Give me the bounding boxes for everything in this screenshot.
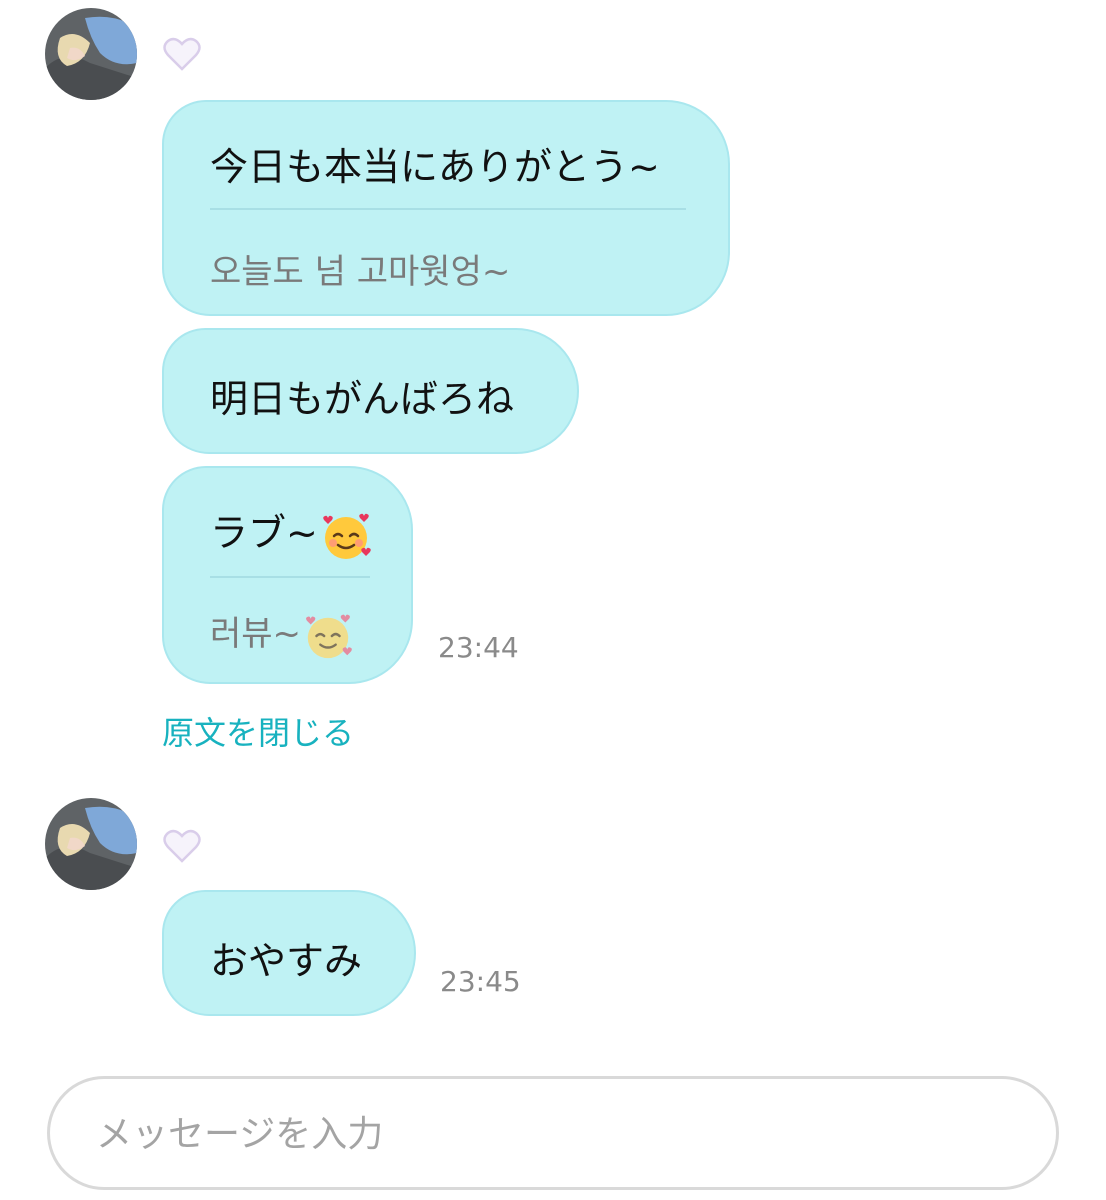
message-text: ラブ~ [210, 511, 318, 555]
close-original-link[interactable]: 原文を閉じる [162, 708, 354, 754]
sender-avatar[interactable] [45, 8, 137, 100]
translation-divider [210, 208, 686, 210]
message-text: 明日もがんばろね [210, 377, 515, 421]
chat-screen: 今日も本当にありがとう~ 오늘도 넘 고마웟엉~ 明日もがんばろね ラブ~ 러뷰… [0, 0, 1106, 1200]
message-timestamp: 23:45 [440, 965, 521, 998]
message-text-with-emoji: ラブ~ [210, 502, 372, 562]
message-bubble[interactable]: おやすみ [162, 890, 416, 1016]
message-timestamp: 23:44 [438, 631, 519, 664]
message-composer[interactable] [47, 1076, 1059, 1190]
translation-text: 오늘도 넘 고마웟엉~ [210, 252, 511, 292]
white-heart-icon [162, 34, 202, 74]
white-heart-icon [162, 826, 202, 866]
smiling-face-with-hearts-icon [323, 513, 371, 559]
message-bubble[interactable]: ラブ~ 러뷰~ [162, 466, 413, 684]
message-text: 今日も本当にありがとう~ [210, 145, 660, 189]
translation-divider [210, 576, 370, 578]
message-bubble[interactable]: 今日も本当にありがとう~ 오늘도 넘 고마웟엉~ [162, 100, 730, 316]
message-text: おやすみ [210, 939, 363, 983]
message-bubble[interactable]: 明日もがんばろね [162, 328, 579, 454]
sender-avatar[interactable] [45, 798, 137, 890]
translation-text-with-emoji: 러뷰~ [210, 606, 353, 661]
translation-text: 러뷰~ [210, 614, 302, 654]
message-input[interactable] [94, 1103, 998, 1165]
smiling-face-with-hearts-icon [306, 614, 352, 658]
